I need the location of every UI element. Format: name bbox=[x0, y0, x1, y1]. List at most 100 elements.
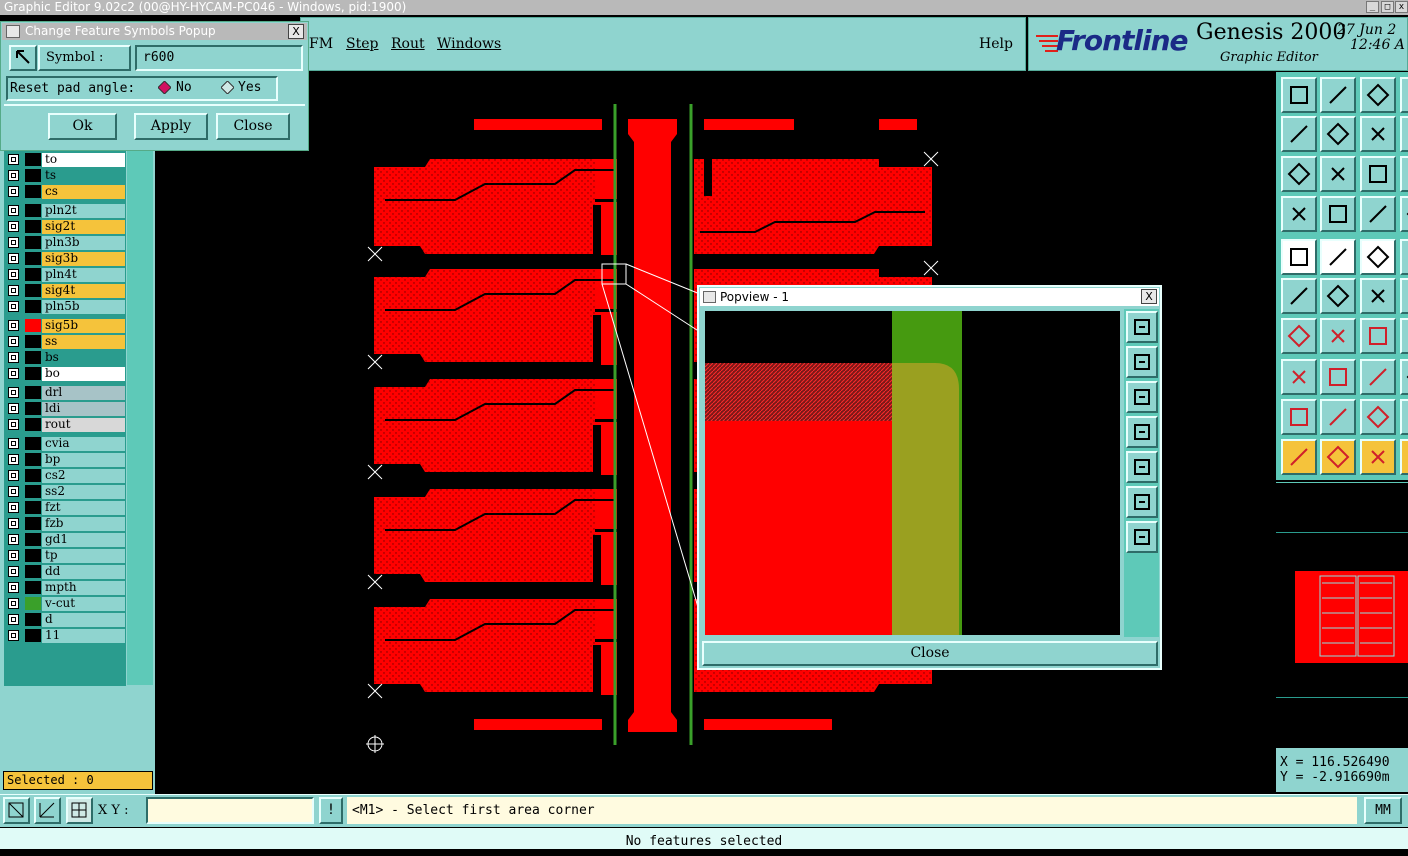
pop-zoom-down-button[interactable] bbox=[1126, 381, 1158, 413]
measure-distance-button[interactable] bbox=[1360, 359, 1396, 395]
layer-checkbox[interactable] bbox=[8, 352, 19, 363]
zoom-extra-button[interactable] bbox=[1400, 116, 1408, 152]
diagonal-button[interactable] bbox=[1320, 318, 1356, 354]
layer-row[interactable]: v-cut bbox=[4, 596, 126, 611]
layer-name[interactable]: sig2t bbox=[42, 220, 125, 234]
layer-row[interactable]: bp bbox=[4, 452, 126, 467]
measure-extra-button[interactable] bbox=[1400, 359, 1408, 395]
layer-checkbox[interactable] bbox=[8, 237, 19, 248]
menu-step[interactable]: Step bbox=[346, 36, 378, 52]
grid-snap-button[interactable] bbox=[66, 797, 93, 824]
layer-color-swatch[interactable] bbox=[25, 613, 41, 626]
layer-checkbox[interactable] bbox=[8, 470, 19, 481]
peak-button[interactable] bbox=[1320, 399, 1356, 435]
layer-checkbox[interactable] bbox=[8, 387, 19, 398]
layer-color-swatch[interactable] bbox=[25, 204, 41, 217]
layer-row[interactable]: ts bbox=[4, 168, 126, 183]
scale-extra-button[interactable] bbox=[1400, 156, 1408, 192]
layer-checkbox[interactable] bbox=[8, 154, 19, 165]
draw-angle-button[interactable] bbox=[1281, 318, 1317, 354]
layer-name[interactable]: sig5b bbox=[42, 319, 125, 333]
layer-checkbox[interactable] bbox=[8, 285, 19, 296]
layer-row[interactable]: sig5b bbox=[4, 318, 126, 333]
layer-checkbox[interactable] bbox=[8, 269, 19, 280]
layer-color-swatch[interactable] bbox=[25, 300, 41, 313]
layer-checkbox[interactable] bbox=[8, 186, 19, 197]
window-menu-icon[interactable] bbox=[703, 291, 716, 303]
layer-color-swatch[interactable] bbox=[25, 335, 41, 348]
layer-color-swatch[interactable] bbox=[25, 549, 41, 562]
layer-checkbox[interactable] bbox=[8, 582, 19, 593]
window-menu-icon[interactable] bbox=[6, 25, 20, 38]
layer-row[interactable]: cvia bbox=[4, 436, 126, 451]
layer-name[interactable]: ldi bbox=[42, 402, 125, 416]
layer-name[interactable]: fzb bbox=[42, 517, 125, 531]
layer-name[interactable]: sig3b bbox=[42, 252, 125, 266]
close-window-button[interactable]: x bbox=[1395, 1, 1408, 13]
pop-fit-button[interactable] bbox=[1126, 486, 1158, 518]
pointer-extra-button[interactable] bbox=[1400, 439, 1408, 475]
menu-windows[interactable]: Windows bbox=[437, 36, 501, 52]
layer-checkbox[interactable] bbox=[8, 170, 19, 181]
menu-fm[interactable]: FM bbox=[309, 36, 333, 52]
layer-name[interactable]: rout bbox=[42, 418, 125, 432]
snap-button[interactable] bbox=[1281, 196, 1317, 232]
layer-checkbox[interactable] bbox=[8, 419, 19, 430]
layer-row[interactable]: mpth bbox=[4, 580, 126, 595]
layer-row[interactable]: dd bbox=[4, 564, 126, 579]
layer-name[interactable]: cvia bbox=[42, 437, 125, 451]
pop-zoom-up-button[interactable] bbox=[1126, 346, 1158, 378]
layer-name[interactable]: v-cut bbox=[42, 597, 125, 611]
radio-no[interactable] bbox=[157, 80, 172, 95]
layer-row[interactable]: fzt bbox=[4, 500, 126, 515]
home-button[interactable] bbox=[1360, 77, 1396, 113]
layer-checkbox[interactable] bbox=[8, 403, 19, 414]
popview-canvas[interactable] bbox=[703, 309, 1122, 637]
ok-button[interactable]: Ok bbox=[48, 113, 117, 140]
layer-checkbox[interactable] bbox=[8, 336, 19, 347]
layer-name[interactable]: cs bbox=[42, 185, 125, 199]
pop-pan-right-button[interactable] bbox=[1126, 451, 1158, 483]
connect-nodes-button[interactable] bbox=[1281, 278, 1317, 314]
peak-alt-button[interactable] bbox=[1360, 399, 1396, 435]
layer-color-swatch[interactable] bbox=[25, 169, 41, 182]
layer-color-swatch[interactable] bbox=[25, 386, 41, 399]
layer-row[interactable]: ss bbox=[4, 334, 126, 349]
layer-row[interactable]: drl bbox=[4, 385, 126, 400]
layer-row[interactable]: bo bbox=[4, 366, 126, 381]
layer-row[interactable]: cs bbox=[4, 184, 126, 199]
layer-name[interactable]: d bbox=[42, 613, 125, 627]
layer-row[interactable]: d bbox=[4, 612, 126, 627]
layer-name[interactable]: bo bbox=[42, 367, 125, 381]
layer-row[interactable]: sig4t bbox=[4, 283, 126, 298]
layer-color-swatch[interactable] bbox=[25, 469, 41, 482]
layer-name[interactable]: gd1 bbox=[42, 533, 125, 547]
popview-close-x[interactable]: X bbox=[1141, 289, 1157, 304]
layer-row[interactable]: bs bbox=[4, 350, 126, 365]
layer-row[interactable]: ss2 bbox=[4, 484, 126, 499]
zoom-right-button[interactable] bbox=[1320, 116, 1356, 152]
layer-row[interactable]: rout bbox=[4, 417, 126, 432]
ruler-extra-button[interactable] bbox=[1400, 239, 1408, 275]
layer-color-swatch[interactable] bbox=[25, 236, 41, 249]
popview-close-button[interactable]: Close bbox=[702, 641, 1158, 666]
layer-list-scroll-area[interactable] bbox=[127, 150, 153, 685]
pointer-button[interactable] bbox=[1281, 439, 1317, 475]
layer-color-swatch[interactable] bbox=[25, 453, 41, 466]
layer-name[interactable]: dd bbox=[42, 565, 125, 579]
menu-rout[interactable]: Rout bbox=[391, 36, 425, 52]
layer-name[interactable]: tp bbox=[42, 549, 125, 563]
add-pad-button[interactable] bbox=[1281, 359, 1317, 395]
symbol-input[interactable]: r600 bbox=[135, 45, 303, 71]
layer-color-swatch[interactable] bbox=[25, 517, 41, 530]
layer-checkbox[interactable] bbox=[8, 550, 19, 561]
zoom-left-button[interactable] bbox=[1281, 116, 1317, 152]
menu-help[interactable]: Help bbox=[979, 36, 1013, 52]
zoom-home-button[interactable] bbox=[1281, 77, 1317, 113]
pop-pan-left-button[interactable] bbox=[1126, 416, 1158, 448]
layer-checkbox[interactable] bbox=[8, 598, 19, 609]
minimize-button[interactable]: _ bbox=[1366, 1, 1379, 13]
layer-row[interactable]: fzb bbox=[4, 516, 126, 531]
layer-name[interactable]: cs2 bbox=[42, 469, 125, 483]
layer-align-button[interactable] bbox=[1360, 196, 1396, 232]
